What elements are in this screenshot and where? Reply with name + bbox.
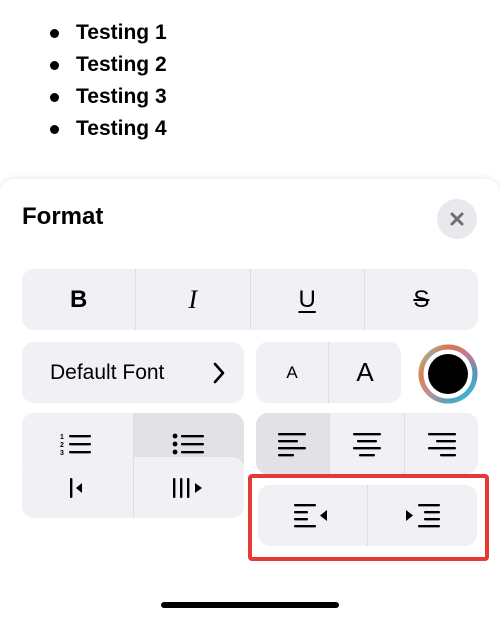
decrease-block-indent-button[interactable] xyxy=(22,457,133,518)
close-button[interactable] xyxy=(437,199,477,239)
strikethrough-button[interactable]: S xyxy=(363,269,478,330)
xmark-icon xyxy=(450,212,464,226)
align-center-icon xyxy=(352,432,381,456)
bold-button[interactable]: B xyxy=(22,269,135,330)
format-sheet: Format B I U S Default Font A A 1 2 3 xyxy=(0,179,500,621)
outdent-button[interactable] xyxy=(258,485,367,546)
numbered-list-icon: 1 2 3 xyxy=(60,434,92,457)
underline-button[interactable]: U xyxy=(249,269,364,330)
indent-left-bar-icon xyxy=(70,477,83,498)
block-indent-group xyxy=(22,457,244,518)
bold-label: B xyxy=(69,285,88,313)
align-left-button[interactable] xyxy=(256,413,330,474)
svg-text:3: 3 xyxy=(60,450,64,457)
align-right-icon xyxy=(428,432,457,456)
increase-font-size-button[interactable]: A xyxy=(328,342,401,403)
svg-text:2: 2 xyxy=(60,442,64,449)
list-item[interactable]: Testing 1 xyxy=(48,17,167,49)
paragraph-indent-group xyxy=(258,485,477,546)
align-right-button[interactable] xyxy=(403,413,478,474)
indent-bars-icon xyxy=(172,477,202,498)
list-item[interactable]: Testing 4 xyxy=(48,113,167,145)
font-size-group: A A xyxy=(256,342,401,403)
outdent-icon xyxy=(293,503,327,527)
color-picker-icon[interactable] xyxy=(417,343,479,405)
svg-text:1: 1 xyxy=(60,434,64,441)
list-item[interactable]: Testing 3 xyxy=(48,81,167,113)
text-style-group: B I U S xyxy=(22,269,478,330)
italic-label: I xyxy=(188,284,198,314)
align-left-icon xyxy=(277,432,306,456)
font-label: Default Font xyxy=(50,360,165,384)
indent-icon xyxy=(405,503,440,527)
home-indicator[interactable] xyxy=(161,602,339,608)
decrease-font-size-button[interactable]: A xyxy=(256,342,328,403)
chevron-right-icon xyxy=(213,362,225,383)
list-item[interactable]: Testing 2 xyxy=(48,49,167,81)
bulleted-list-icon xyxy=(172,433,204,454)
note-bullet-list: Testing 1 Testing 2 Testing 3 Testing 4 xyxy=(48,17,167,145)
indent-button[interactable] xyxy=(367,485,477,546)
small-a-label: A xyxy=(286,362,298,382)
underline-label: U xyxy=(298,285,316,313)
increase-block-indent-button[interactable] xyxy=(132,457,245,518)
alignment-group xyxy=(256,413,478,474)
align-center-button[interactable] xyxy=(329,413,403,474)
font-picker-button[interactable]: Default Font xyxy=(22,342,244,403)
sheet-title: Format xyxy=(22,203,104,230)
large-a-label: A xyxy=(356,357,374,387)
italic-button[interactable]: I xyxy=(135,269,249,330)
strikethrough-label: S xyxy=(413,285,430,313)
